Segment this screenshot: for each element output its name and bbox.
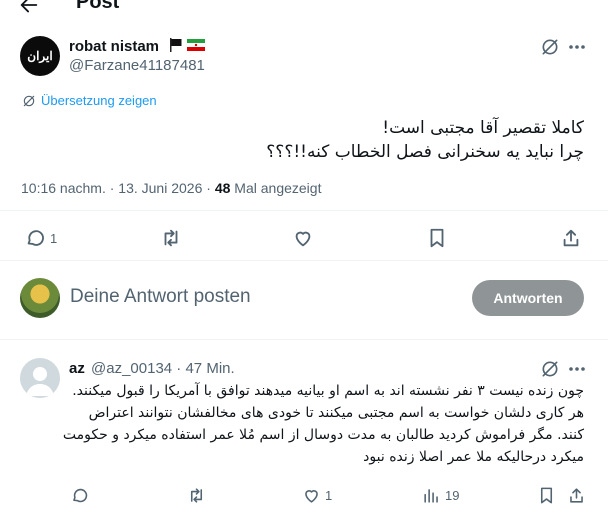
- more-options-icon[interactable]: [566, 37, 588, 57]
- grok-icon: [22, 94, 36, 108]
- page-title: Post: [76, 0, 120, 13]
- views-label: Mal angezeigt: [234, 180, 322, 196]
- tweet-text: کاملا تقصیر آقا مجتبی است! چرا نباید یه …: [24, 116, 584, 164]
- divider: [0, 210, 608, 211]
- bookmark-action[interactable]: [426, 227, 448, 249]
- bookmark-icon: [426, 227, 448, 249]
- like-count: 1: [325, 488, 333, 503]
- reply-text-line: هر کاری دلشان خواست به اسم مجتبی میکنند …: [88, 405, 584, 421]
- black-flag-icon: [170, 38, 182, 52]
- bookmark-icon: [537, 486, 556, 505]
- reply-age[interactable]: 47 Min.: [185, 360, 234, 377]
- divider: [0, 339, 608, 340]
- reply-bookmark-action[interactable]: [537, 486, 556, 505]
- reply-icon: [70, 486, 89, 505]
- heart-icon: [292, 227, 314, 249]
- reply-author-handle[interactable]: @az_00134: [91, 360, 172, 377]
- reply-text-line: میکرد درحالیکه ملا عمر اصلا زنده نبود: [363, 449, 584, 465]
- author-avatar[interactable]: ایران: [20, 36, 60, 76]
- back-arrow-icon[interactable]: [18, 0, 40, 16]
- tweet-text-line: کاملا تقصیر آقا مجتبی است!: [382, 118, 584, 138]
- translate-link[interactable]: Übersetzung zeigen: [22, 93, 157, 108]
- reply-retweet-action[interactable]: [187, 486, 206, 505]
- reply-like-action[interactable]: 1: [302, 486, 332, 505]
- retweet-icon: [160, 227, 182, 249]
- more-options-icon[interactable]: [566, 359, 588, 379]
- author-handle[interactable]: @Farzane41187481: [69, 57, 205, 74]
- reply-button[interactable]: Antworten: [472, 280, 584, 316]
- reply-input[interactable]: Deine Antwort posten: [70, 286, 251, 308]
- tweet-date[interactable]: 13. Juni 2026: [118, 180, 202, 196]
- reply-count: 1: [50, 230, 58, 246]
- reply-author-meta: @az_00134 · 47 Min.: [91, 360, 235, 377]
- reply-text: چون زنده نیست ۳ نفر نشسته اند به اسم او …: [24, 380, 584, 468]
- iran-flag-icon: [187, 39, 205, 51]
- share-action[interactable]: [560, 227, 582, 249]
- author-name[interactable]: robat nistam: [69, 38, 159, 55]
- share-icon: [567, 486, 586, 505]
- grok-icon[interactable]: [540, 37, 560, 57]
- heart-icon: [302, 486, 321, 505]
- reply-text-line: کنند. مگر فراموش کردید طالبان به مدت دوس…: [62, 427, 584, 443]
- views-count: 19: [445, 488, 460, 503]
- translate-label: Übersetzung zeigen: [41, 93, 157, 108]
- divider: [0, 260, 608, 261]
- tweet-time[interactable]: 10:16 nachm.: [21, 180, 106, 196]
- reply-icon: [24, 227, 46, 249]
- author-flags: [168, 37, 205, 53]
- reply-views-action[interactable]: 19: [422, 486, 459, 505]
- reply-text-line: چون زنده نیست ۳ نفر نشسته اند به اسم او …: [72, 383, 584, 399]
- like-action[interactable]: [292, 227, 314, 249]
- reply-reply-action[interactable]: [70, 486, 89, 505]
- views-icon: [422, 486, 441, 505]
- retweet-icon: [187, 486, 206, 505]
- share-icon: [560, 227, 582, 249]
- user-avatar[interactable]: [20, 278, 60, 318]
- views-count: 48: [214, 180, 231, 196]
- reply-action[interactable]: 1: [24, 227, 57, 249]
- grok-icon[interactable]: [540, 359, 560, 379]
- reply-author-name[interactable]: az: [69, 360, 85, 377]
- retweet-action[interactable]: [160, 227, 182, 249]
- tweet-text-line: چرا نباید یه سخنرانی فصل الخطاب کنه!!؟؟؟: [266, 142, 584, 162]
- tweet-meta: 10:16 nachm. · 13. Juni 2026 · 48 Mal an…: [21, 180, 322, 196]
- reply-share-action[interactable]: [567, 486, 586, 505]
